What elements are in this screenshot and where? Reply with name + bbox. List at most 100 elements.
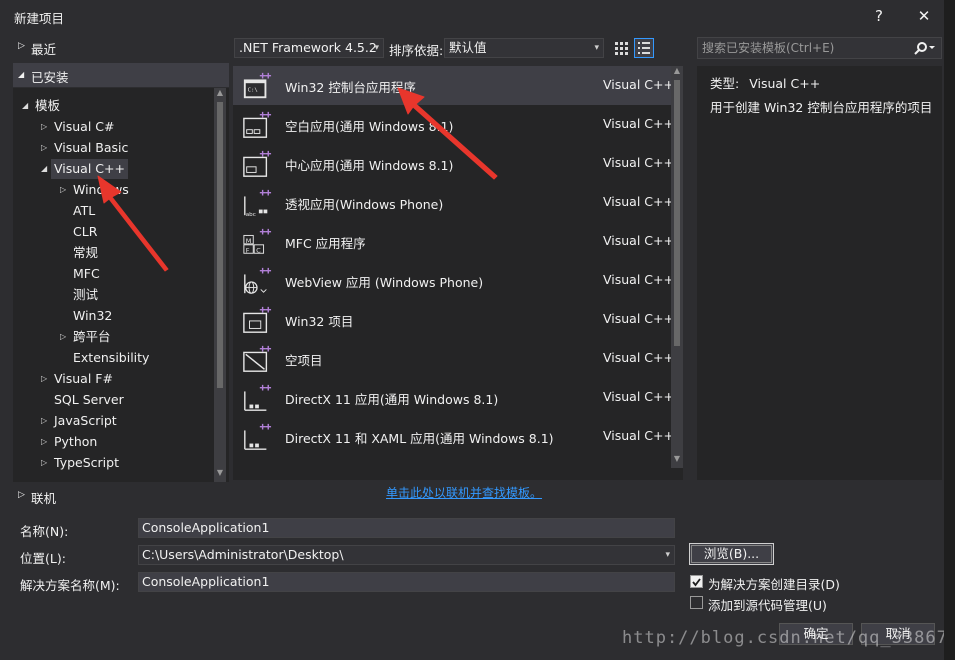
tree-item[interactable]: 测试	[73, 285, 98, 305]
tree-item[interactable]: ▷ Visual C#	[41, 117, 115, 137]
template-row[interactable]: 空白应用(通用 Windows 8.1) Visual C++	[233, 105, 683, 144]
tree-item[interactable]: MFC	[73, 264, 100, 284]
tree-item-label: Visual C#	[54, 119, 115, 134]
tree-item[interactable]: SQL Server	[54, 390, 124, 410]
tree-item[interactable]: CLR	[73, 222, 97, 242]
template-row[interactable]: Win32 项目 Visual C++	[233, 300, 683, 339]
tree-item-label: Visual Basic	[54, 140, 129, 155]
tree-item[interactable]: ▷ Windows	[60, 180, 129, 200]
template-row[interactable]: C:\ Win32 控制台应用程序 Visual C++	[233, 66, 683, 105]
svg-text:M: M	[246, 237, 252, 245]
add-source-control-checkbox[interactable]	[690, 596, 703, 609]
chevron-right-icon[interactable]: ▷	[41, 117, 47, 137]
close-button[interactable]: ✕	[914, 6, 934, 26]
list-scrollbar[interactable]: ▲ ▼	[671, 66, 683, 468]
sidebar-installed[interactable]: ◢ 已安装	[13, 63, 229, 87]
tree-item[interactable]: ▷ 跨平台	[60, 327, 111, 347]
chevron-right-icon[interactable]: ▷	[41, 453, 47, 473]
template-row[interactable]: WebView 应用 (Windows Phone) Visual C++	[233, 261, 683, 300]
sort-select[interactable]: 默认值 ▾	[444, 38, 604, 58]
svg-text:C: C	[256, 246, 261, 254]
chevron-down-icon[interactable]: ▾	[665, 546, 670, 564]
sidebar-recent[interactable]: ▷ 最近	[13, 35, 229, 59]
create-directory-checkbox[interactable]	[690, 575, 703, 588]
template-name: 空项目	[285, 353, 323, 368]
template-row[interactable]: abc 透视应用(Windows Phone) Visual C++	[233, 183, 683, 222]
template-language: Visual C++	[603, 350, 674, 365]
svg-text:abc: abc	[246, 212, 256, 218]
tree-item[interactable]: ▷ Visual F#	[41, 369, 113, 389]
scroll-up-icon[interactable]: ▲	[214, 88, 226, 97]
scroll-down-icon[interactable]: ▼	[214, 468, 226, 477]
tree-scrollbar[interactable]: ▲ ▼	[214, 88, 226, 482]
blank-app-icon	[243, 111, 272, 138]
template-name: MFC 应用程序	[285, 236, 366, 251]
chevron-right-icon[interactable]: ▷	[41, 432, 47, 452]
template-row[interactable]: M F C MFC 应用程序 Visual C++	[233, 222, 683, 261]
template-name: WebView 应用 (Windows Phone)	[285, 275, 484, 290]
expanded-arrow-icon[interactable]: ◢	[41, 159, 47, 179]
name-label: 名称(N):	[20, 524, 69, 539]
tree-item-label: CLR	[73, 224, 98, 239]
chevron-right-icon[interactable]: ▷	[41, 411, 47, 431]
sidebar-online[interactable]: ▷ 联机	[13, 484, 229, 508]
solution-name-label: 解决方案名称(M):	[20, 578, 120, 593]
tree-item[interactable]: ▷ Python	[41, 432, 97, 452]
dialog-title: 新建项目	[14, 11, 65, 26]
tree-item-templates[interactable]: ◢ 模板	[22, 96, 60, 116]
tree-item-label: JavaScript	[54, 413, 117, 428]
chevron-right-icon[interactable]: ▷	[60, 327, 66, 347]
chevron-down-icon: ▾	[594, 43, 599, 53]
tree-item[interactable]: ▷ JavaScript	[41, 411, 117, 431]
win32-project-icon	[243, 306, 272, 333]
search-icon[interactable]	[913, 41, 935, 55]
template-language: Visual C++	[603, 389, 674, 404]
tree-scroll-thumb[interactable]	[217, 102, 223, 388]
name-input[interactable]: ConsoleApplication1	[138, 518, 675, 538]
template-language: Visual C++	[603, 155, 674, 170]
hub-app-icon	[243, 150, 272, 177]
description-text: 用于创建 Win32 控制台应用程序的项目	[710, 100, 933, 115]
template-name: DirectX 11 应用(通用 Windows 8.1)	[285, 392, 499, 407]
tree-item-label: Visual C++	[54, 161, 125, 176]
chevron-right-icon[interactable]: ▷	[41, 369, 47, 389]
tree-item[interactable]: ATL	[73, 201, 95, 221]
tree-item-label: Extensibility	[73, 350, 150, 365]
tree-item[interactable]: 常规	[73, 243, 98, 263]
online-templates-link[interactable]: 单击此处以联机并查找模板。	[386, 484, 542, 501]
tree-item[interactable]: Win32	[73, 306, 112, 326]
svg-text:F: F	[246, 246, 250, 254]
tile-view-button[interactable]	[611, 38, 631, 58]
framework-select[interactable]: .NET Framework 4.5.2 ▾	[234, 38, 384, 58]
tree-item[interactable]: ◢ Visual C++	[41, 159, 128, 179]
tree-item[interactable]: ▷ Visual Basic	[41, 138, 129, 158]
console-icon: C:\	[243, 72, 272, 99]
template-row[interactable]: DirectX 11 应用(通用 Windows 8.1) Visual C++	[233, 378, 683, 417]
checkmark-icon	[692, 578, 701, 587]
template-search-input[interactable]: 搜索已安装模板(Ctrl+E)	[697, 37, 942, 59]
template-name: DirectX 11 和 XAML 应用(通用 Windows 8.1)	[285, 431, 554, 446]
template-name: Win32 控制台应用程序	[285, 80, 416, 95]
tree-item-label: Win32	[73, 308, 113, 323]
template-row[interactable]: 空项目 Visual C++	[233, 339, 683, 378]
chevron-right-icon[interactable]: ▷	[41, 138, 47, 158]
svg-text:C:\: C:\	[248, 88, 258, 94]
help-button[interactable]: ?	[869, 6, 889, 26]
list-scroll-thumb[interactable]	[674, 80, 680, 346]
browse-button[interactable]: 浏览(B)...	[689, 543, 774, 565]
template-language: Visual C++	[603, 311, 674, 326]
list-view-button[interactable]	[634, 38, 654, 58]
directx-app-icon	[244, 384, 272, 411]
scroll-down-icon[interactable]: ▼	[671, 454, 683, 463]
location-input[interactable]: C:\Users\Administrator\Desktop\ ▾	[138, 545, 675, 565]
tree-item[interactable]: ▷ TypeScript	[41, 453, 119, 473]
solution-name-input[interactable]: ConsoleApplication1	[138, 572, 675, 592]
tree-item-label: 跨平台	[73, 329, 111, 344]
chevron-right-icon[interactable]: ▷	[60, 180, 66, 200]
tree-item[interactable]: Extensibility	[73, 348, 149, 368]
scroll-up-icon[interactable]: ▲	[671, 66, 683, 75]
template-row[interactable]: DirectX 11 和 XAML 应用(通用 Windows 8.1) Visu…	[233, 417, 683, 456]
grid-view-icon	[615, 42, 628, 55]
empty-project-icon	[243, 345, 272, 372]
template-row[interactable]: 中心应用(通用 Windows 8.1) Visual C++	[233, 144, 683, 183]
